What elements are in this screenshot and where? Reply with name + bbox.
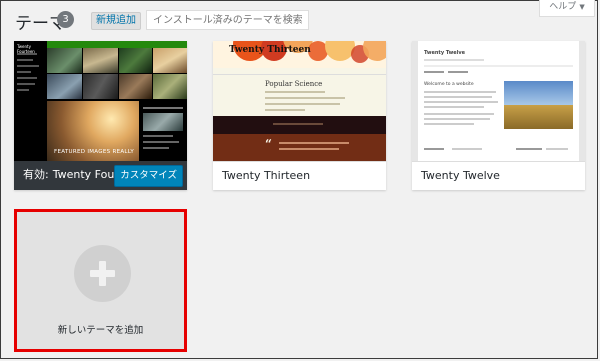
- customize-button[interactable]: カスタマイズ: [114, 165, 183, 187]
- help-label: ヘルプ: [549, 2, 577, 12]
- preview-post-title: Popular Science: [265, 80, 323, 88]
- quote-icon: “: [265, 137, 272, 151]
- theme-card-twenty-twelve[interactable]: Twenty Twelve Welcome to a website Twent…: [412, 41, 585, 190]
- preview-nav: [213, 68, 386, 75]
- theme-screenshot[interactable]: Twenty Thirteen Popular Science “: [213, 41, 386, 161]
- help-tab-button[interactable]: ヘルプ ▼: [539, 0, 595, 17]
- theme-caption: Twenty Thirteen: [213, 161, 386, 190]
- preview-header: Twenty Thirteen: [213, 41, 386, 68]
- preview-site-title: Twenty Thirteen: [229, 45, 311, 55]
- add-new-theme-label: 新しいテーマを追加: [57, 325, 144, 336]
- preview-right-column: [139, 101, 187, 161]
- preview-photo: [504, 81, 573, 129]
- preview-site-title: Twenty Twelve: [424, 50, 466, 56]
- theme-card-twenty-fourteen[interactable]: Twenty Fourteen FEATURED IMAGES REALLY 有…: [14, 41, 187, 190]
- preview-featured-text: FEATURED IMAGES REALLY: [54, 149, 135, 155]
- theme-name: Twenty Twelve: [421, 169, 500, 182]
- theme-screenshot[interactable]: Twenty Twelve Welcome to a website: [412, 41, 585, 161]
- chevron-down-icon: ▼: [579, 3, 585, 11]
- preview-welcome: Welcome to a website: [424, 82, 474, 87]
- theme-name: Twenty Thirteen: [222, 169, 311, 182]
- theme-caption: 有効: Twenty Fourteen カスタマイズ: [14, 161, 187, 190]
- preview-band-dark: [213, 116, 386, 134]
- add-new-theme-card[interactable]: 新しいテーマを追加: [14, 209, 187, 352]
- active-label: 有効:: [23, 168, 49, 181]
- add-new-button[interactable]: 新規追加: [91, 12, 141, 30]
- theme-screenshot[interactable]: Twenty Fourteen FEATURED IMAGES REALLY: [14, 41, 187, 161]
- preview-top-bar: [47, 41, 187, 48]
- preview-nav: [424, 65, 573, 67]
- search-input[interactable]: [146, 10, 309, 30]
- plus-icon: [74, 245, 131, 302]
- preview-sidebar: Twenty Fourteen: [14, 41, 47, 161]
- theme-card-twenty-thirteen[interactable]: Twenty Thirteen Popular Science “ Twenty…: [213, 41, 386, 190]
- theme-count-badge: 3: [57, 11, 74, 28]
- theme-caption: Twenty Twelve: [412, 161, 585, 190]
